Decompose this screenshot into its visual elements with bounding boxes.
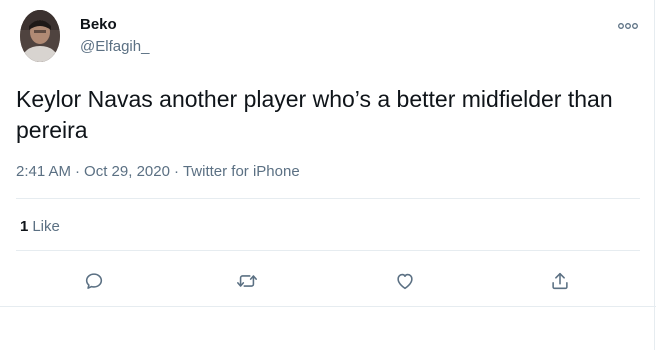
tweet-time[interactable]: 2:41 AM [16, 163, 71, 180]
heart-icon [397, 273, 413, 290]
tweet-text: Keylor Navas another player who’s a bett… [16, 86, 613, 143]
likes-count: 1 [20, 218, 29, 235]
divider [0, 306, 656, 307]
tweet-source[interactable]: Twitter for iPhone [183, 163, 300, 180]
tweet-date[interactable]: Oct 29, 2020 [84, 163, 170, 180]
reply-icon [85, 273, 103, 289]
tweet-page: Beko @Elfagih_ Keylor Navas another play… [0, 0, 660, 350]
likes-link[interactable]: 1 Like [20, 218, 60, 235]
more-horizontal-icon [618, 23, 638, 29]
meta-separator: · [75, 163, 81, 180]
author-handle[interactable]: @Elfagih_ [80, 38, 149, 55]
author-name[interactable]: Beko [80, 16, 117, 33]
likes-label: Like [32, 218, 60, 235]
retweet-button[interactable] [232, 266, 262, 296]
tweet-meta: 2:41 AM · Oct 29, 2020 · Twitter for iPhone [16, 163, 300, 180]
avatar[interactable] [20, 10, 60, 62]
like-button[interactable] [390, 266, 420, 296]
more-options-button[interactable] [617, 18, 639, 29]
tweet: Beko @Elfagih_ Keylor Navas another play… [0, 0, 655, 306]
meta-separator: · [173, 163, 179, 180]
share-button[interactable] [545, 266, 575, 296]
share-icon [552, 272, 568, 290]
retweet-icon [237, 275, 257, 287]
avatar-photo [20, 10, 60, 62]
reply-button[interactable] [79, 266, 109, 296]
divider [16, 198, 640, 199]
divider [16, 250, 640, 251]
